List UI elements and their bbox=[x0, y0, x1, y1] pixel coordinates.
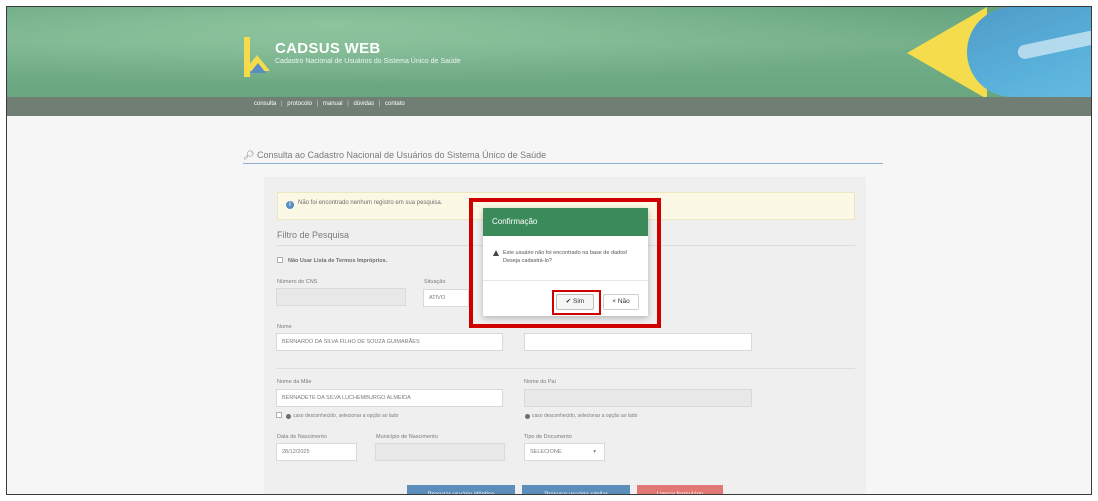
browser-viewport: CADSUS WEB Cadastro Nacional de Usuários… bbox=[6, 6, 1092, 495]
highlight-box-yes-button bbox=[552, 290, 601, 315]
